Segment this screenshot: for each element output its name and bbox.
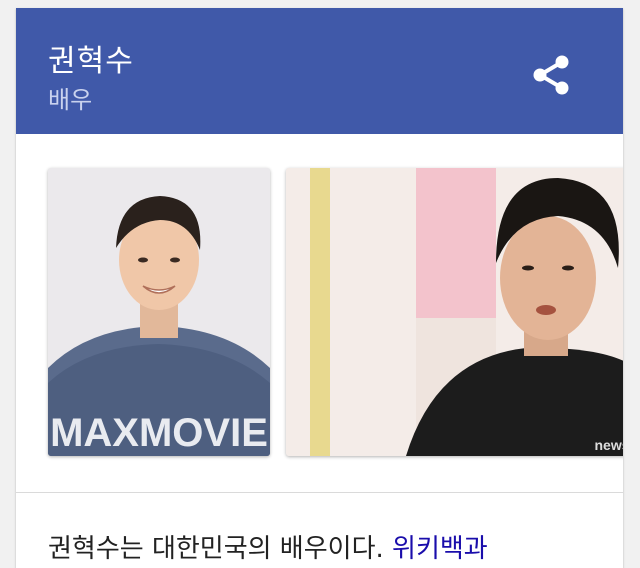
entity-title: 권혁수 [48, 44, 134, 79]
image-gallery: MAXMOVIE news [16, 134, 623, 492]
photo-watermark: MAXMOVIE [50, 411, 268, 455]
entity-subtitle: 배우 [48, 86, 93, 114]
photo-watermark: news [594, 437, 623, 453]
entity-description: 권혁수는 대한민국의 배우이다. 위키백과 [48, 528, 608, 565]
wikipedia-source-link[interactable]: 위키백과 [392, 534, 488, 564]
description-text: 권혁수는 대한민국의 배우이다. [48, 534, 393, 564]
gallery-photo-1[interactable]: MAXMOVIE [48, 168, 270, 456]
divider [16, 492, 623, 493]
gallery-photo-2[interactable]: news [286, 168, 623, 456]
share-icon[interactable] [528, 52, 574, 98]
knowledge-card: 권혁수 배우 MAXMOVIE new 권혁수는 대한민국의 배우이다. 위키백… [16, 8, 623, 568]
card-header: 권혁수 배우 [16, 8, 623, 134]
